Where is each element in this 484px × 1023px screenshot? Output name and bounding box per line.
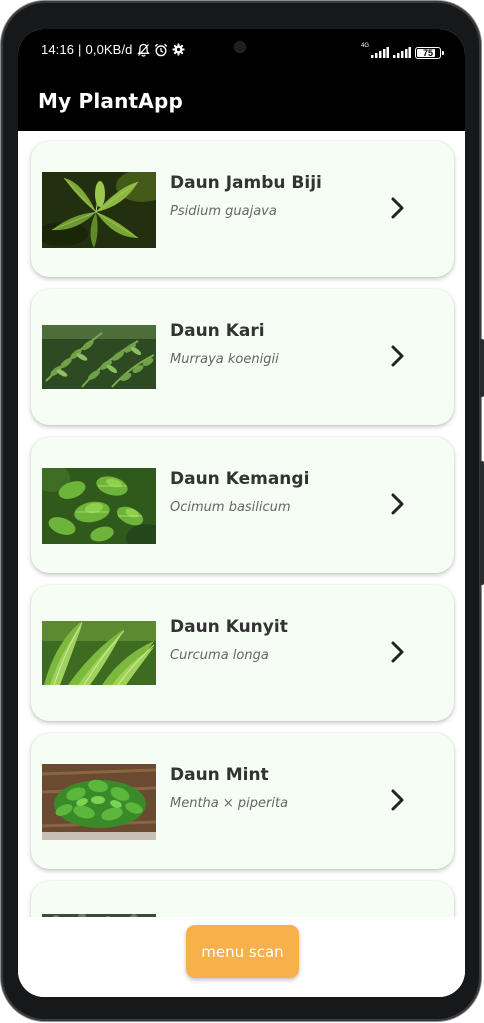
mute-bell-icon bbox=[136, 43, 150, 57]
signal-icon bbox=[371, 43, 389, 62]
settings-gear-icon bbox=[172, 43, 185, 56]
phone-frame: 14:16 | 0,0KB/d 4G 75 My PlantApp Daun J… bbox=[1, 1, 484, 1021]
plant-card-partial[interactable] bbox=[31, 881, 454, 917]
chevron-right-icon[interactable] bbox=[388, 196, 408, 220]
plant-scientific-name: Psidium guajava bbox=[170, 204, 277, 219]
battery-level: 75 bbox=[422, 47, 433, 58]
network-speed: 0,0KB/d bbox=[85, 42, 133, 57]
plant-image bbox=[42, 764, 156, 840]
chevron-right-icon[interactable] bbox=[388, 492, 408, 516]
status-bar: 14:16 | 0,0KB/d 4G 75 bbox=[18, 29, 465, 77]
clock: 14:16 bbox=[41, 42, 75, 57]
plant-scientific-name: Curcuma longa bbox=[170, 648, 269, 663]
app-title: My PlantApp bbox=[38, 89, 184, 113]
app-bar: My PlantApp bbox=[18, 77, 465, 131]
plant-image bbox=[42, 621, 156, 685]
status-separator: | bbox=[78, 42, 82, 57]
signal-icon-2 bbox=[393, 43, 411, 62]
chevron-right-icon[interactable] bbox=[388, 344, 408, 368]
volume-button bbox=[480, 339, 484, 397]
plant-card-kunyit[interactable]: Daun Kunyit Curcuma longa bbox=[31, 585, 454, 721]
plant-name: Daun Kunyit bbox=[170, 617, 288, 637]
alarm-icon bbox=[154, 43, 168, 57]
power-button bbox=[480, 461, 484, 585]
screen: 14:16 | 0,0KB/d 4G 75 My PlantApp Daun J… bbox=[18, 29, 465, 997]
plant-name: Daun Kemangi bbox=[170, 469, 310, 489]
plant-scientific-name: Murraya koenigii bbox=[170, 352, 279, 367]
chevron-right-icon[interactable] bbox=[388, 788, 408, 812]
plant-scientific-name: Mentha × piperita bbox=[170, 796, 289, 811]
plant-name: Daun Mint bbox=[170, 765, 269, 785]
plant-image bbox=[42, 909, 156, 917]
plant-image bbox=[42, 325, 156, 389]
plant-image bbox=[42, 468, 156, 544]
plant-card-jambu-biji[interactable]: Daun Jambu Biji Psidium guajava bbox=[31, 141, 454, 277]
menu-scan-button[interactable]: menu scan bbox=[186, 925, 299, 978]
battery-icon: 75 bbox=[415, 46, 444, 59]
plant-list[interactable]: Daun Jambu Biji Psidium guajava Daun Kar… bbox=[18, 131, 465, 917]
plant-name: Daun Kari bbox=[170, 321, 265, 341]
bottom-bar: menu scan bbox=[18, 917, 465, 997]
plant-card-mint[interactable]: Daun Mint Mentha × piperita bbox=[31, 733, 454, 869]
plant-card-kemangi[interactable]: Daun Kemangi Ocimum basilicum bbox=[31, 437, 454, 573]
plant-card-kari[interactable]: Daun Kari Murraya koenigii bbox=[31, 289, 454, 425]
plant-name: Daun Jambu Biji bbox=[170, 173, 322, 193]
front-camera bbox=[235, 42, 245, 52]
plant-scientific-name: Ocimum basilicum bbox=[170, 500, 291, 515]
plant-image bbox=[42, 172, 156, 248]
chevron-right-icon[interactable] bbox=[388, 640, 408, 664]
network-type: 4G bbox=[360, 43, 369, 49]
